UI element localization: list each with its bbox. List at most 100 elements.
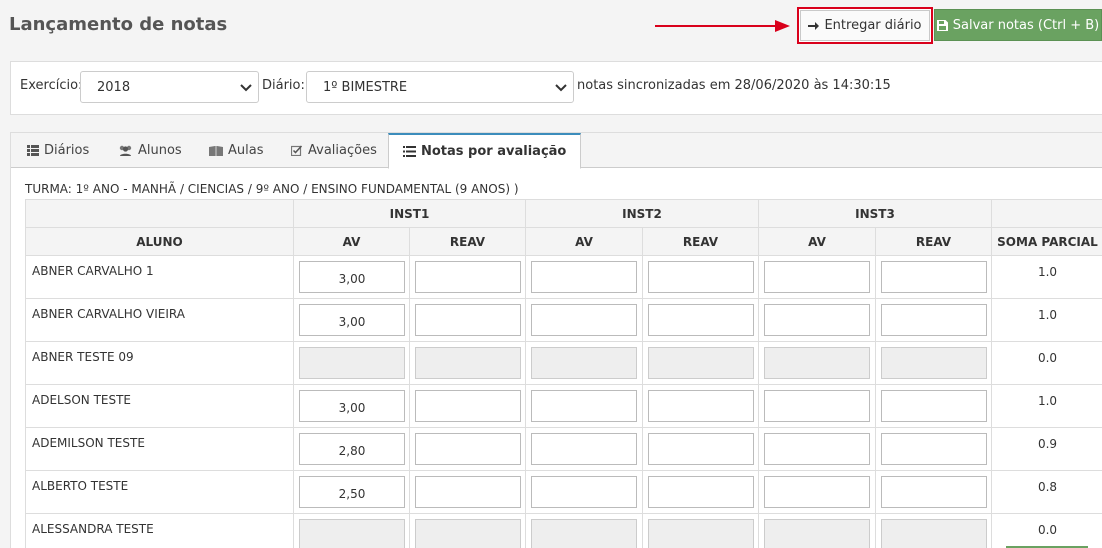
table-row: ABNER CARVALHO 1 3,00 1.0 [25, 255, 1102, 299]
grade-input-inst1-reav[interactable] [415, 261, 521, 293]
soma-parcial-value: 1.0 [991, 255, 1102, 299]
grade-cell [758, 298, 876, 342]
grade-input-inst3-reav[interactable] [881, 304, 987, 336]
grade-input-inst2-reav[interactable] [648, 476, 754, 508]
grade-cell [525, 384, 643, 428]
grade-input-inst3-reav[interactable] [881, 476, 987, 508]
table-row: ABNER CARVALHO VIEIRA 3,00 1.0 [25, 298, 1102, 342]
soma-parcial-value: 0.8 [991, 470, 1102, 514]
diario-label: Diário: [262, 78, 305, 93]
tab-label: Alunos [138, 143, 182, 158]
grade-cell [758, 384, 876, 428]
grade-cell [525, 341, 643, 385]
grade-input-inst1-av [299, 347, 405, 379]
grade-input-inst2-av[interactable] [531, 304, 637, 336]
student-name: ADELSON TESTE [25, 384, 294, 428]
grade-input-inst1-av[interactable]: 2,80 [299, 433, 405, 465]
tab-label: Avaliações [308, 143, 377, 158]
table-row: ADEMILSON TESTE 2,80 0.9 [25, 427, 1102, 471]
grade-input-inst3-reav[interactable] [881, 390, 987, 422]
grade-input-inst2-reav[interactable] [648, 261, 754, 293]
chevron-down-icon [555, 84, 567, 92]
grade-cell [409, 513, 526, 548]
column-header-av: AV [525, 227, 643, 256]
grade-input-inst2-av[interactable] [531, 433, 637, 465]
tab-bar: Diários Alunos Aulas Avaliações Notas po… [11, 133, 1102, 169]
grade-input-inst1-av[interactable]: 3,00 [299, 390, 405, 422]
diario-select[interactable]: 1º BIMESTRE [306, 71, 574, 103]
grade-input-inst2-reav[interactable] [648, 390, 754, 422]
column-header-reav: REAV [409, 227, 526, 256]
grade-input-inst2-reav[interactable] [648, 433, 754, 465]
tab-avaliacoes[interactable]: Avaliações [291, 133, 377, 168]
grade-cell [642, 384, 759, 428]
grade-input-inst1-reav[interactable] [415, 476, 521, 508]
tab-alunos[interactable]: Alunos [118, 133, 182, 168]
check-square-icon [291, 145, 303, 156]
grade-input-inst1-reav[interactable] [415, 304, 521, 336]
grade-input-inst2-reav [648, 519, 754, 548]
grade-input-inst1-av[interactable]: 3,00 [299, 304, 405, 336]
grade-cell [875, 427, 992, 471]
floppy-disk-icon [936, 19, 948, 31]
column-header-aluno: ALUNO [25, 227, 294, 256]
grade-cell [409, 341, 526, 385]
annotation-arrow [655, 20, 790, 32]
soma-parcial-value: 1.0 [991, 298, 1102, 342]
grade-input-inst3-av[interactable] [764, 261, 870, 293]
grade-input-inst2-reav [648, 347, 754, 379]
grade-cell [758, 255, 876, 299]
grade-cell [525, 470, 643, 514]
grade-cell [758, 341, 876, 385]
grade-cell [642, 255, 759, 299]
column-header-soma-parcial: SOMA PARCIAL [991, 227, 1102, 256]
group-header-inst1: INST1 [293, 199, 526, 228]
grade-cell [525, 298, 643, 342]
grade-cell [875, 255, 992, 299]
grade-cell [525, 513, 643, 548]
grade-input-inst1-reav[interactable] [415, 433, 521, 465]
grade-cell [875, 341, 992, 385]
grade-input-inst3-av[interactable] [764, 433, 870, 465]
grade-input-inst3-reav[interactable] [881, 261, 987, 293]
header-empty [991, 199, 1102, 228]
grade-input-inst3-reav[interactable] [881, 433, 987, 465]
grade-cell [875, 384, 992, 428]
grades-table-body: ABNER CARVALHO 1 3,00 1.0 ABNER CARVALHO VI… [25, 255, 1102, 548]
grade-input-inst3-reav [881, 519, 987, 548]
table-row: ABNER TESTE 09 0.0 [25, 341, 1102, 385]
grade-cell [642, 513, 759, 548]
save-grades-button[interactable]: Salvar notas (Ctrl + B) [934, 9, 1102, 41]
grade-input-inst3-av[interactable] [764, 390, 870, 422]
grade-input-inst1-av[interactable]: 2,50 [299, 476, 405, 508]
grade-input-inst3-av[interactable] [764, 476, 870, 508]
grade-cell [409, 384, 526, 428]
grade-input-inst3-av[interactable] [764, 304, 870, 336]
exercicio-value: 2018 [97, 79, 131, 95]
grade-input-inst2-av[interactable] [531, 390, 637, 422]
exercicio-select[interactable]: 2018 [80, 71, 259, 103]
grade-cell [642, 427, 759, 471]
group-header-inst2: INST2 [525, 199, 759, 228]
deliver-diary-button[interactable]: Entregar diário [800, 10, 930, 41]
tab-aulas[interactable]: Aulas [209, 133, 263, 168]
chevron-down-icon [240, 84, 252, 92]
grade-input-inst3-reav [881, 347, 987, 379]
table-row: ALBERTO TESTE 2,50 0.8 [25, 470, 1102, 514]
soma-parcial-value: 0.9 [991, 427, 1102, 471]
column-header-av: AV [758, 227, 876, 256]
tab-notas-por-avaliacao[interactable]: Notas por avaliação [388, 133, 582, 169]
grade-input-inst2-av[interactable] [531, 261, 637, 293]
grade-input-inst2-reav[interactable] [648, 304, 754, 336]
filter-panel: Exercício: 2018 Diário: 1º BIMESTRE nota… [10, 61, 1102, 115]
grade-cell [525, 255, 643, 299]
grade-input-inst2-av[interactable] [531, 476, 637, 508]
grade-input-inst1-av[interactable]: 3,00 [299, 261, 405, 293]
grade-input-inst1-reav [415, 519, 521, 548]
soma-parcial-value: 0.0 [991, 341, 1102, 385]
tab-diarios[interactable]: Diários [27, 133, 89, 168]
grade-cell: 2,80 [293, 427, 410, 471]
grade-input-inst1-reav[interactable] [415, 390, 521, 422]
grade-cell: 2,50 [293, 470, 410, 514]
grades-table: INST1 INST2 INST3 ALUNO AV REAV AV REAV … [25, 199, 1102, 548]
